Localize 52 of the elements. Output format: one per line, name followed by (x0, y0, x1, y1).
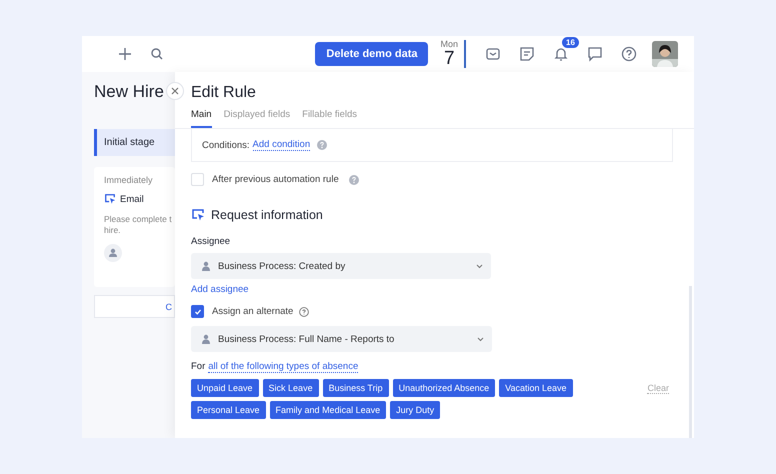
add-condition-link[interactable]: Add condition (252, 139, 310, 151)
plus-icon[interactable] (116, 45, 134, 63)
absence-tag[interactable]: Family and Medical Leave (270, 401, 386, 419)
absence-tag[interactable]: Jury Duty (390, 401, 440, 419)
close-button[interactable] (166, 82, 184, 100)
chat-icon[interactable] (586, 45, 604, 63)
conditions-label: Conditions: (202, 140, 250, 150)
avatar-icon (104, 244, 122, 262)
checkbox[interactable] (191, 305, 204, 318)
checkbox-label: Assign an alternate (212, 306, 294, 317)
add-assignee-link[interactable]: Add assignee (191, 284, 673, 295)
absence-tag[interactable]: Business Trip (322, 379, 389, 397)
note-icon[interactable] (518, 45, 536, 63)
pointer-icon (191, 208, 205, 222)
absence-tag[interactable]: Sick Leave (262, 379, 319, 397)
absence-tag[interactable]: Unpaid Leave (191, 379, 259, 397)
day-number: 7 (444, 49, 455, 68)
person-icon (201, 334, 211, 344)
timing-text: Immediately (104, 175, 154, 185)
chevron-down-icon (477, 336, 484, 342)
step-type: Email (120, 194, 144, 204)
person-icon (201, 261, 211, 271)
tab[interactable]: Fillable fields (302, 109, 358, 128)
for-label: For (191, 361, 206, 373)
step-card[interactable]: Immediately Email Please complete t hire. (94, 167, 175, 287)
assignee-label: Assignee (191, 236, 232, 247)
checkmark-icon (194, 308, 202, 316)
section-title: Request information (211, 208, 323, 222)
drawer-title: Edit Rule (191, 84, 257, 102)
notification-badge: 16 (562, 37, 579, 48)
step-description: Please complete t (104, 214, 173, 225)
alternate-select[interactable]: Business Process: Full Name - Reports to (191, 326, 492, 352)
checkbox-label: After previous automation rule (212, 174, 339, 185)
pointer-icon (104, 193, 116, 205)
step-description: hire. (104, 225, 122, 236)
page-title: New Hire (94, 82, 165, 102)
absence-types-link[interactable]: all of the following types of absence (208, 361, 358, 373)
date-widget[interactable]: Mon 7 (440, 40, 466, 68)
absence-tag[interactable]: Unauthorized Absence (392, 379, 496, 397)
weekday-text: Mon (440, 40, 458, 49)
help-icon[interactable] (620, 45, 638, 63)
assignee-select[interactable]: Business Process: Created by (191, 253, 491, 279)
stage-tab[interactable]: Initial stage (94, 129, 175, 156)
absence-tag[interactable]: Vacation Leave (499, 379, 573, 397)
stage-button[interactable]: C (94, 295, 175, 318)
chevron-down-icon (476, 264, 483, 268)
close-icon (171, 87, 179, 95)
tab[interactable]: Displayed fields (224, 109, 290, 128)
help-icon[interactable] (299, 306, 310, 316)
delete-demo-data-button[interactable]: Delete demo data (315, 42, 428, 66)
tab[interactable]: Main (191, 109, 212, 128)
absence-tag[interactable]: Personal Leave (191, 401, 266, 419)
